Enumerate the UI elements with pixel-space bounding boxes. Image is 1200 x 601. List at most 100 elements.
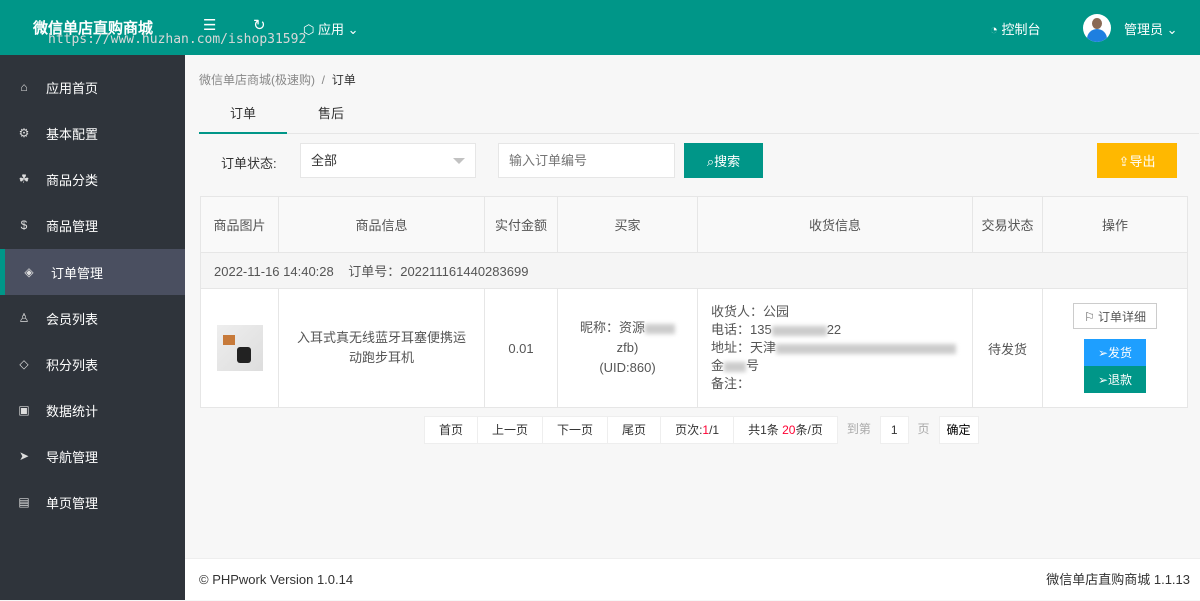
col-header: 交易状态 [972,196,1043,253]
col-header: 实付金额 [484,196,558,253]
sidebar-item-label: 商品管理 [46,218,99,234]
table-header: 商品图片 商品信息 实付金额 买家 收货信息 交易状态 操作 [200,196,1188,253]
breadcrumb-current: 订单 [331,73,356,87]
phone-end: 22 [826,322,842,337]
per-page-suffix: 条/页 [795,423,823,437]
shipping-info: 收货人：公园 电话：135 22 地址：天津 金 号 备注： [697,288,973,408]
sidebar-item-label: 订单管理 [51,265,104,281]
sidebar-item-pages[interactable]: ▤ 单页管理 [0,479,185,525]
ship-button[interactable]: ➢发货 [1084,339,1146,366]
refund-label: 退款 [1108,373,1133,387]
sidebar-item-label: 数据统计 [46,403,99,419]
chart-icon: ▣ [18,403,30,417]
sidebar: ⌂ 应用首页 ⚙ 基本配置 ☘ 商品分类 $ 商品管理 ◈ 订单管理 ♙ 会员列表 ◇ 积分列… [0,55,185,600]
breadcrumb-parent[interactable]: 微信单店商城(极速购) [199,73,315,87]
apps-label: 应用 [317,22,344,37]
sidebar-item-products[interactable]: $ 商品管理 [0,202,185,248]
page-total: /1 [709,423,720,437]
page-next[interactable]: 下一页 [542,416,609,444]
sidebar-item-config[interactable]: ⚙ 基本配置 [0,110,185,156]
user-name: 管理员 [1124,22,1164,37]
page-info: 页次:1/1 [660,416,735,444]
confirm-button[interactable]: 确定 [938,416,979,444]
breadcrumb-separator: / [321,73,326,87]
refund-button[interactable]: ➢退款 [1084,366,1146,393]
send-icon: ➢ [1097,373,1109,387]
search-button[interactable]: ⌕搜索 [684,143,763,178]
navigation-icon: ➤ [18,449,30,463]
sidebar-item-points[interactable]: ◇ 积分列表 [0,341,185,387]
buyer-uid: (UID:860) [599,360,656,375]
note: 备注： [711,376,751,391]
console-link[interactable]: ◔ 控制台 [990,19,1041,38]
home-icon: ⌂ [20,80,28,94]
chevron-down-icon: ⌄ [347,22,359,37]
order-meta-row: 2022-11-16 14:40:28 订单号：2022111614402836… [200,252,1188,289]
tabs: 订单 售后 [199,97,1199,134]
export-icon: ⇪ [1118,154,1130,169]
sidebar-item-label: 单页管理 [46,495,99,511]
flag-icon: ⚐ [1083,309,1095,324]
apps-menu[interactable]: ⬡ 应用 ⌄ [303,19,359,38]
pagination: 首页 上一页 下一页 尾页 页次:1/1 共1条 20条/页 到第 1 页 确定 [424,416,979,444]
cube-icon: ⬡ [303,22,315,37]
sidebar-item-label: 应用首页 [46,80,99,96]
col-header: 商品信息 [278,196,485,253]
top-header: 微信单店直购商城 https://www.huzhan.com/ishop315… [0,0,1200,55]
phone: 电话：135 [711,322,772,337]
order-no-label: 订单号： [348,264,401,279]
status-label: 订单状态: [221,156,277,171]
chevron-down-icon: ⌄ [1166,22,1178,37]
console-label: 控制台 [1001,22,1041,37]
main-content: 微信单店商城(极速购) / 订单 订单 售后 订单状态: 全部 ⌕搜索 ⇪导出 … [185,55,1200,558]
tab-after-sales[interactable]: 售后 [287,97,375,134]
sidebar-item-category[interactable]: ☘ 商品分类 [0,156,185,202]
layers-icon: ◈ [24,265,34,279]
orders-table: 商品图片 商品信息 实付金额 买家 收货信息 交易状态 操作 2022-11-1… [200,196,1188,408]
gear-icon: ⚙ [18,126,30,140]
status-badge: 待发货 [972,288,1043,408]
page-unit: 页 [917,422,930,436]
col-header: 买家 [557,196,698,253]
buyer: 昵称：资源 zfb) (UID:860) [557,288,698,408]
order-detail-button[interactable]: ⚐ 订单详细 [1073,303,1157,329]
breadcrumb: 微信单店商城(极速购) / 订单 [199,71,356,88]
watermark: https://www.huzhan.com/ishop31592 [48,32,307,47]
status-value: 全部 [311,153,338,168]
tab-orders[interactable]: 订单 [199,97,287,134]
sidebar-item-label: 商品分类 [46,172,99,188]
category-icon: ☘ [18,172,30,186]
sidebar-item-home[interactable]: ⌂ 应用首页 [0,64,185,110]
per-page: 20 [782,423,796,437]
sidebar-item-label: 基本配置 [46,126,99,142]
page-prev[interactable]: 上一页 [477,416,544,444]
sidebar-item-label: 积分列表 [46,357,99,373]
user-icon: ♙ [18,311,30,325]
col-header: 收货信息 [697,196,973,253]
buyer-suffix: zfb) [616,340,639,355]
refresh-icon[interactable]: ↻ [253,16,266,34]
shop-bag-icon: $ [20,218,28,232]
search-label: 搜索 [714,154,741,169]
amount: 0.01 [484,288,558,408]
sidebar-item-navigation[interactable]: ➤ 导航管理 [0,433,185,479]
page-label: 页次: [675,423,703,437]
actions: ⚐ 订单详细 ➢发货 ➢退款 [1042,288,1188,408]
user-menu[interactable]: 管理员 ⌄ [1124,19,1178,38]
address-line2: 金 [711,358,725,373]
file-icon: ▤ [18,495,30,509]
avatar[interactable] [1083,14,1111,42]
goto-page-input[interactable]: 1 [879,416,909,444]
sidebar-item-orders[interactable]: ◈ 订单管理 [0,249,185,295]
order-number-input[interactable] [498,143,675,178]
menu-toggle-icon[interactable]: ☰ [203,16,216,34]
page-first[interactable]: 首页 [424,416,479,444]
status-select[interactable]: 全部 [300,143,476,178]
export-label: 导出 [1129,154,1156,169]
order-no: 202211161440283699 [400,264,529,279]
sidebar-item-members[interactable]: ♙ 会员列表 [0,295,185,341]
export-button[interactable]: ⇪导出 [1097,143,1177,178]
sidebar-item-stats[interactable]: ▣ 数据统计 [0,387,185,433]
page-last[interactable]: 尾页 [607,416,662,444]
diamond-icon: ◇ [19,357,29,371]
